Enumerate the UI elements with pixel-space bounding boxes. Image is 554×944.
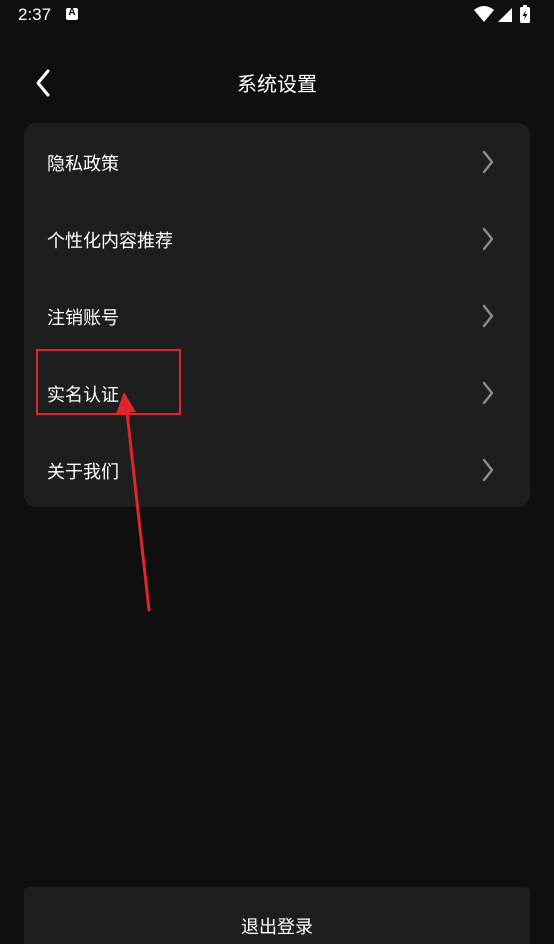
status-bar: 2:37 A [0,0,554,30]
logout-label: 退出登录 [241,917,313,938]
wifi-icon [474,6,494,22]
menu-item-personalized-recommendation[interactable]: 个性化内容推荐 [24,200,530,277]
menu-item-delete-account[interactable]: 注销账号 [24,277,530,354]
signal-icon [498,8,512,22]
logout-button[interactable]: 退出登录 [24,887,530,944]
chevron-right-icon [482,227,494,251]
menu-item-label: 个性化内容推荐 [47,231,173,252]
menu-item-about-us[interactable]: 关于我们 [24,431,530,508]
chevron-right-icon [482,381,494,405]
menu-item-label: 隐私政策 [47,154,119,175]
chevron-right-icon [482,150,494,174]
a-notification-icon: A [66,7,78,20]
battery-charging-icon [520,5,530,23]
chevron-right-icon [482,304,494,328]
settings-menu: 隐私政策 个性化内容推荐 注销账号 实名认证 关于我们 [24,123,530,507]
page-title: 系统设置 [237,72,317,96]
menu-item-label: 关于我们 [47,462,119,483]
menu-item-label: 注销账号 [47,308,119,329]
menu-item-privacy-policy[interactable]: 隐私政策 [24,123,530,200]
chevron-right-icon [482,458,494,482]
header: 系统设置 [0,56,554,106]
annotation-highlight-box [36,349,181,415]
status-time: 2:37 [18,5,52,24]
status-icons [474,5,536,25]
